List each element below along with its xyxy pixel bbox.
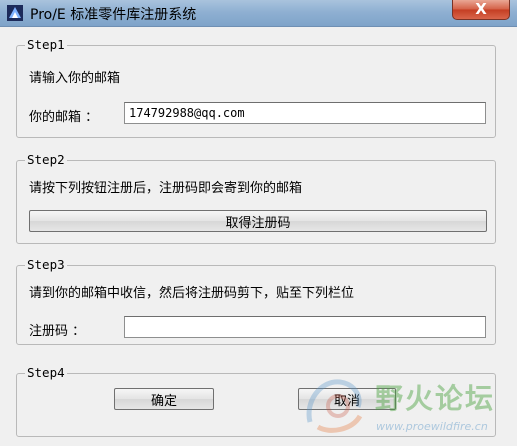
step2-legend: Step2 — [25, 152, 67, 167]
step4-group: Step4 确定 取消 — [16, 365, 496, 437]
app-icon — [7, 5, 23, 21]
window-title: Pro/E 标准零件库注册系统 — [30, 7, 197, 23]
cancel-button[interactable]: 取消 — [298, 388, 396, 410]
close-button[interactable]: X — [452, 0, 510, 20]
step3-instruction: 请到你的邮箱中收信，然后将注册码剪下，贴至下列栏位 — [29, 286, 355, 301]
step1-legend: Step1 — [25, 37, 67, 52]
code-input[interactable] — [124, 316, 486, 338]
step3-group: Step3 请到你的邮箱中收信，然后将注册码剪下，贴至下列栏位 注册码 ： — [16, 257, 496, 345]
email-label: 你的邮箱 ： — [29, 110, 99, 125]
step1-group: Step1 请输入你的邮箱 你的邮箱 ： — [16, 37, 496, 138]
confirm-button[interactable]: 确定 — [114, 388, 214, 410]
step1-instruction: 请输入你的邮箱 — [29, 71, 121, 86]
step2-instruction: 请按下列按钮注册后，注册码即会寄到你的邮箱 — [29, 181, 303, 196]
title-bar[interactable]: Pro/E 标准零件库注册系统 X — [0, 0, 517, 27]
step2-group: Step2 请按下列按钮注册后，注册码即会寄到你的邮箱 取得注册码 — [16, 152, 496, 244]
step4-legend: Step4 — [25, 365, 67, 380]
get-code-button[interactable]: 取得注册码 — [29, 210, 487, 232]
code-label: 注册码 ： — [29, 324, 86, 339]
step3-legend: Step3 — [25, 257, 67, 272]
email-input[interactable] — [124, 102, 486, 124]
